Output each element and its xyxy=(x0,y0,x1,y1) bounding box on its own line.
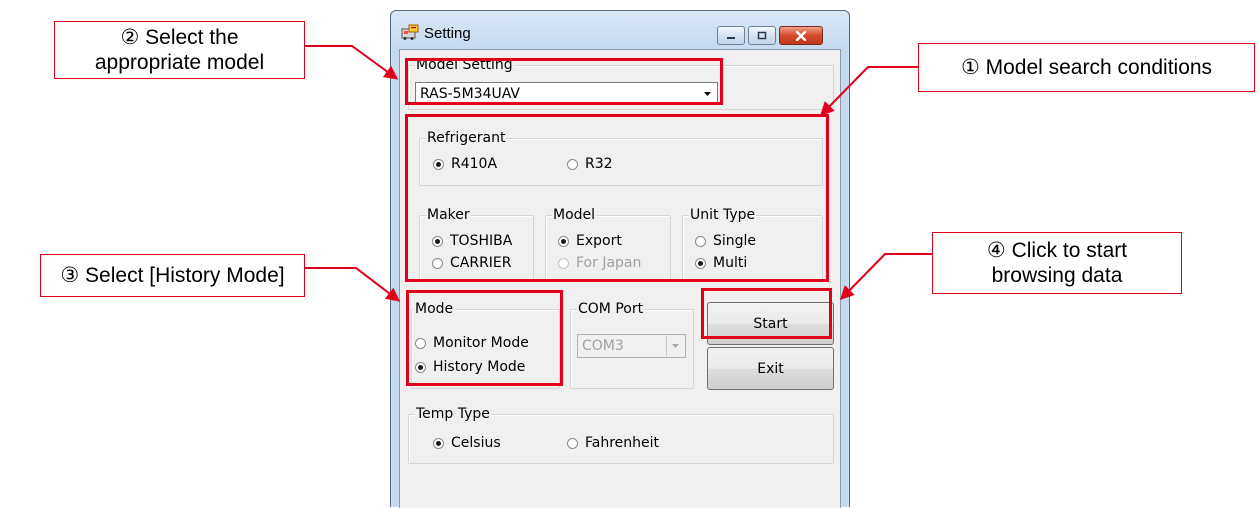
callout-select-model: ② Select the appropriate model xyxy=(54,21,305,79)
com-port-select: COM3 xyxy=(577,334,686,358)
callout-select-model-line2: appropriate model xyxy=(94,51,265,74)
radio-celsius[interactable]: Celsius xyxy=(433,435,501,451)
radio-fahrenheit-label: Fahrenheit xyxy=(585,435,660,451)
com-port-label: COM Port xyxy=(577,300,645,318)
highlight-model-setting xyxy=(405,58,723,105)
maximize-icon xyxy=(757,31,767,40)
title-bar[interactable]: Setting xyxy=(391,11,849,49)
arrow-to-model-setting xyxy=(305,45,399,80)
callout-click-start: ④ Click to start browsing data xyxy=(932,232,1182,294)
exit-button[interactable]: Exit xyxy=(707,347,834,390)
temp-type-label: Temp Type xyxy=(415,405,491,423)
minimize-icon xyxy=(727,36,735,39)
callout-click-start-line1: ④ Click to start xyxy=(986,239,1128,262)
temp-type-group: Temp Type Celsius Fahrenheit xyxy=(408,405,834,464)
chevron-down-icon xyxy=(666,336,684,356)
callout-select-model-line1: ② Select the xyxy=(120,26,239,49)
com-port-value: COM3 xyxy=(582,338,624,354)
close-icon xyxy=(795,30,807,41)
highlight-search-conditions xyxy=(405,114,829,282)
callout-model-search-conditions-text: ① Model search conditions xyxy=(960,56,1213,79)
exit-button-label: Exit xyxy=(757,360,784,377)
close-button[interactable] xyxy=(779,26,823,45)
radio-fahrenheit-indicator xyxy=(567,437,578,449)
callout-select-history-mode: ③ Select [History Mode] xyxy=(40,254,305,297)
callout-select-history-mode-text: ③ Select [History Mode] xyxy=(60,264,285,287)
arrow-to-history-mode xyxy=(305,267,401,302)
highlight-mode xyxy=(406,290,563,386)
radio-celsius-indicator xyxy=(433,437,444,449)
highlight-start xyxy=(701,288,832,339)
maximize-button[interactable] xyxy=(748,26,776,45)
window-title: Setting xyxy=(424,25,471,42)
arrow-to-start xyxy=(840,253,932,301)
radio-celsius-label: Celsius xyxy=(451,435,501,451)
minimize-button[interactable] xyxy=(717,26,745,45)
radio-fahrenheit[interactable]: Fahrenheit xyxy=(567,435,659,451)
callout-click-start-line2: browsing data xyxy=(991,264,1123,287)
setting-app-icon xyxy=(401,24,419,40)
callout-model-search-conditions: ① Model search conditions xyxy=(918,43,1255,92)
